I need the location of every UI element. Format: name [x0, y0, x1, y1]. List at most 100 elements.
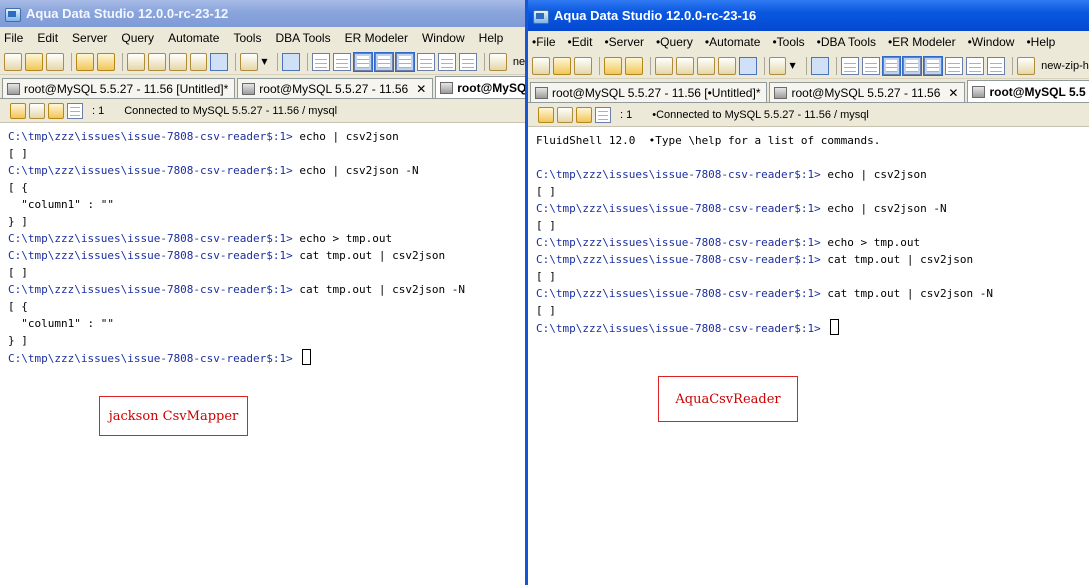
toolbar-separator — [598, 56, 600, 75]
menu-server[interactable]: Server — [72, 31, 107, 45]
left-window-title: Aqua Data Studio 12.0.0-rc-23-12 — [26, 6, 229, 21]
tab-untitled[interactable]: root@MySQL 5.5.27 - 11.56 [Untitled]* — [2, 78, 236, 98]
menu-tools[interactable]: Tools — [233, 31, 261, 45]
run-icon[interactable] — [10, 102, 26, 119]
text-results-icon[interactable] — [333, 52, 352, 71]
new-file-icon[interactable] — [532, 56, 550, 75]
new-file-icon[interactable] — [4, 52, 22, 71]
tab-label: root@MySQL 5.5.27 - 11.56 [Untitled]* — [24, 81, 229, 96]
terminal-line: [ ] — [536, 268, 1089, 285]
open-file-icon[interactable] — [552, 56, 571, 75]
menu-query[interactable]: Query — [121, 31, 154, 45]
tab-shell-active[interactable]: root@MySQL 5.5 — [967, 80, 1089, 102]
menu-automate[interactable]: •Automate — [705, 35, 761, 49]
save-icon[interactable] — [573, 56, 592, 75]
table-editor-icon[interactable] — [126, 52, 145, 71]
toolbar-separator — [1012, 56, 1014, 75]
annotation-label: AquaCsvReader — [658, 376, 798, 422]
menu-dba-tools[interactable]: DBA Tools — [275, 31, 330, 45]
tab-mysql[interactable]: root@MySQL 5.5.27 - 11.56 ✕ — [769, 82, 966, 102]
toolbar-separator — [835, 56, 837, 75]
save-icon[interactable] — [45, 52, 64, 71]
menu-query[interactable]: •Query — [656, 35, 693, 49]
clipboard-icon[interactable] — [29, 102, 45, 119]
chevron-down-icon[interactable]: ▼ — [261, 57, 267, 66]
menu-help[interactable]: •Help — [1026, 35, 1055, 49]
compare-results-icon[interactable] — [438, 52, 456, 71]
schema-icon[interactable] — [147, 52, 166, 71]
toolbar-overflow-label[interactable]: new-zip-h — [1041, 60, 1089, 72]
document-icon[interactable] — [1017, 56, 1036, 75]
rows-count: : 1 — [92, 104, 105, 117]
script-icon[interactable] — [768, 56, 787, 75]
tab-mysql[interactable]: root@MySQL 5.5.27 - 11.56 ✕ — [237, 78, 434, 98]
query-icon[interactable] — [603, 56, 622, 75]
export-icon[interactable] — [717, 56, 736, 75]
schema-icon[interactable] — [675, 56, 694, 75]
menu-window[interactable]: •Window — [968, 35, 1015, 49]
text-results-icon[interactable] — [861, 56, 880, 75]
grid-icon[interactable] — [840, 56, 859, 75]
menu-dba-tools[interactable]: •DBA Tools — [817, 35, 876, 49]
grid-icon[interactable] — [312, 52, 331, 71]
menu-file[interactable]: File — [4, 31, 23, 45]
compare-results-icon[interactable] — [966, 56, 985, 75]
left-titlebar[interactable]: Aqua Data Studio 12.0.0-rc-23-12 — [0, 0, 525, 27]
script-icon[interactable] — [240, 52, 259, 71]
terminal-prompt: C:\tmp\zzz\issues\issue-7808-csv-reader$… — [8, 352, 293, 365]
shell-icon[interactable] — [881, 55, 902, 76]
menu-edit[interactable]: •Edit — [568, 35, 593, 49]
tab-shell-active[interactable]: root@MySQL — [435, 76, 525, 98]
table-editor-icon[interactable] — [654, 56, 673, 75]
close-icon[interactable]: ✕ — [948, 86, 958, 100]
plan-icon[interactable] — [458, 52, 477, 71]
server-icon[interactable] — [210, 52, 229, 71]
plan-icon[interactable] — [987, 56, 1006, 75]
left-terminal[interactable]: C:\tmp\zzz\issues\issue-7808-csv-reader$… — [0, 124, 525, 585]
toolbar-overflow-label[interactable]: ne — [513, 56, 525, 68]
menu-er-modeler[interactable]: ER Modeler — [345, 31, 408, 45]
menu-tools[interactable]: •Tools — [772, 35, 804, 49]
query-icon[interactable] — [75, 52, 94, 71]
shell-icon[interactable] — [353, 51, 374, 72]
terminal-line: C:\tmp\zzz\issues\issue-7808-csv-reader$… — [536, 234, 1089, 251]
execute-icon[interactable] — [96, 52, 115, 71]
menu-file[interactable]: •File — [532, 35, 556, 49]
chart-icon[interactable] — [395, 51, 416, 72]
rows-icon[interactable] — [67, 102, 83, 119]
menu-edit[interactable]: Edit — [37, 31, 58, 45]
chevron-down-icon[interactable]: ▼ — [789, 61, 795, 70]
menu-server[interactable]: •Server — [604, 35, 644, 49]
execute-icon[interactable] — [624, 56, 643, 75]
clipboard-icon[interactable] — [557, 106, 573, 123]
database-icon[interactable] — [810, 56, 829, 75]
chart-icon[interactable] — [923, 55, 944, 76]
terminal-prompt: C:\tmp\zzz\issues\issue-7808-csv-reader$… — [8, 249, 293, 262]
pin-icon[interactable] — [48, 102, 64, 119]
tab-untitled[interactable]: root@MySQL 5.5.27 - 11.56 [•Untitled]* — [530, 82, 768, 102]
terminal-line: [ ] — [536, 217, 1089, 234]
terminal-line: [ { — [8, 298, 525, 315]
document-icon[interactable] — [488, 52, 507, 71]
compare-icon[interactable] — [168, 52, 187, 71]
run-icon[interactable] — [538, 106, 554, 123]
right-terminal[interactable]: FluidShell 12.0 •Type \help for a list o… — [528, 128, 1089, 585]
toolbar-separator — [121, 52, 123, 71]
table-icon[interactable] — [374, 51, 395, 72]
open-file-icon[interactable] — [24, 52, 43, 71]
database-icon[interactable] — [282, 52, 301, 71]
list-icon[interactable] — [945, 56, 964, 75]
menu-er-modeler[interactable]: •ER Modeler — [888, 35, 956, 49]
menu-help[interactable]: Help — [479, 31, 504, 45]
menu-automate[interactable]: Automate — [168, 31, 219, 45]
pin-icon[interactable] — [576, 106, 592, 123]
compare-icon[interactable] — [696, 56, 715, 75]
list-icon[interactable] — [417, 52, 436, 71]
table-icon[interactable] — [902, 55, 923, 76]
rows-icon[interactable] — [595, 106, 611, 123]
server-icon[interactable] — [738, 56, 757, 75]
close-icon[interactable]: ✕ — [416, 82, 426, 96]
right-titlebar[interactable]: Aqua Data Studio 12.0.0-rc-23-16 — [528, 0, 1089, 31]
menu-window[interactable]: Window — [422, 31, 465, 45]
export-icon[interactable] — [189, 52, 208, 71]
